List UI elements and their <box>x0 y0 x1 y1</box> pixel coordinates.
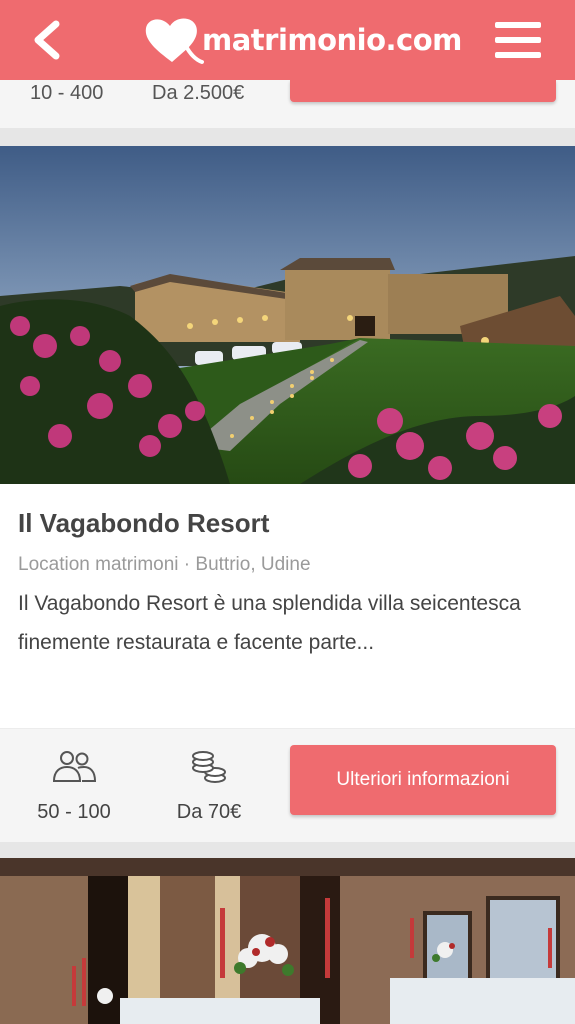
brand-name: matrimonio.com <box>202 23 462 57</box>
menu-line <box>495 37 541 43</box>
venue-card-footer: 50 - 100 Da 70€ Ulteriori informazioni <box>0 728 575 842</box>
previous-venue-card: 10 - 400 Da 2.500€ <box>0 80 575 128</box>
back-button[interactable] <box>22 12 72 68</box>
next-venue-card[interactable] <box>0 858 575 1024</box>
heart-logo-icon <box>145 18 204 64</box>
coins-icon <box>192 751 226 783</box>
guest-capacity: 50 - 100 <box>28 747 120 824</box>
next-venue-photo <box>0 858 575 1024</box>
top-bar: matrimonio.com <box>0 0 575 80</box>
venue-category-location: Location matrimoni · Buttrio, Udine <box>18 554 311 575</box>
venue-card: Il Vagabondo Resort Location matrimoni ·… <box>0 146 575 842</box>
brand-logo[interactable]: matrimonio.com <box>142 10 462 70</box>
capacity-value: 50 - 100 <box>37 801 111 823</box>
guests-icon <box>52 751 97 782</box>
previous-price: Da 2.500€ <box>152 82 245 104</box>
more-info-button[interactable]: Ulteriori informazioni <box>290 745 556 815</box>
previous-capacity: 10 - 400 <box>30 82 104 104</box>
venue-photo-image <box>0 146 575 484</box>
menu-line <box>495 52 541 58</box>
chevron-left-icon <box>34 20 60 60</box>
venue-description: Il Vagabondo Resort è una splendida vill… <box>18 592 521 654</box>
previous-more-info-button[interactable] <box>290 80 556 102</box>
price-value: Da 70€ <box>176 801 242 823</box>
menu-line <box>495 22 541 28</box>
venue-photo[interactable] <box>0 146 575 484</box>
venue-title[interactable]: Il Vagabondo Resort <box>18 508 269 539</box>
price-info: Da 70€ <box>164 747 254 824</box>
menu-button[interactable] <box>495 20 541 60</box>
